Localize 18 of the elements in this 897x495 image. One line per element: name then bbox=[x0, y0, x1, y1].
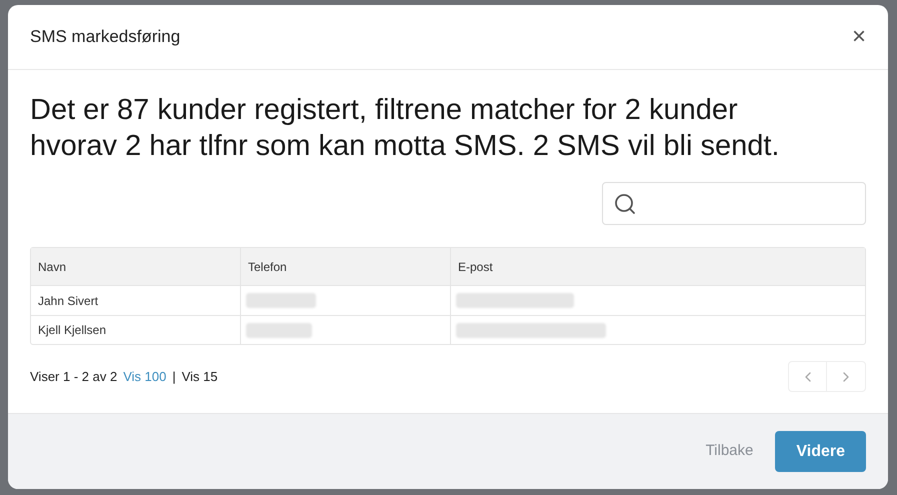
column-header: Telefon bbox=[248, 258, 287, 276]
page-size-link[interactable]: Vis 100 bbox=[123, 366, 166, 386]
column-header: Navn bbox=[38, 258, 66, 276]
redacted-bar bbox=[246, 322, 312, 338]
separator-text: | bbox=[172, 368, 176, 386]
next-button[interactable]: Videre bbox=[775, 431, 866, 472]
search-icon bbox=[613, 192, 637, 216]
redacted-bar bbox=[246, 293, 316, 308]
pagination-info: Viser 1 - 2 av 2 bbox=[30, 368, 118, 386]
back-button[interactable]: Tilbake bbox=[706, 440, 754, 463]
dialog-title: SMS markedsføring bbox=[30, 26, 180, 48]
summary-text: Det er 87 kunder registert, filtrene matcher for 2 kunder hvorav 2 har tlfnr som kan motta SMS. 2 SMS vil bli sendt. bbox=[30, 93, 780, 164]
close-button[interactable]: × bbox=[852, 25, 866, 49]
page-size-link[interactable]: Vis 15 bbox=[182, 366, 218, 386]
table-cell-text: Jahn Sivert bbox=[38, 292, 98, 310]
search-field[interactable] bbox=[602, 182, 866, 225]
column-header: E-post bbox=[458, 258, 493, 276]
table-cell-text: Kjell Kjellsen bbox=[38, 322, 106, 339]
